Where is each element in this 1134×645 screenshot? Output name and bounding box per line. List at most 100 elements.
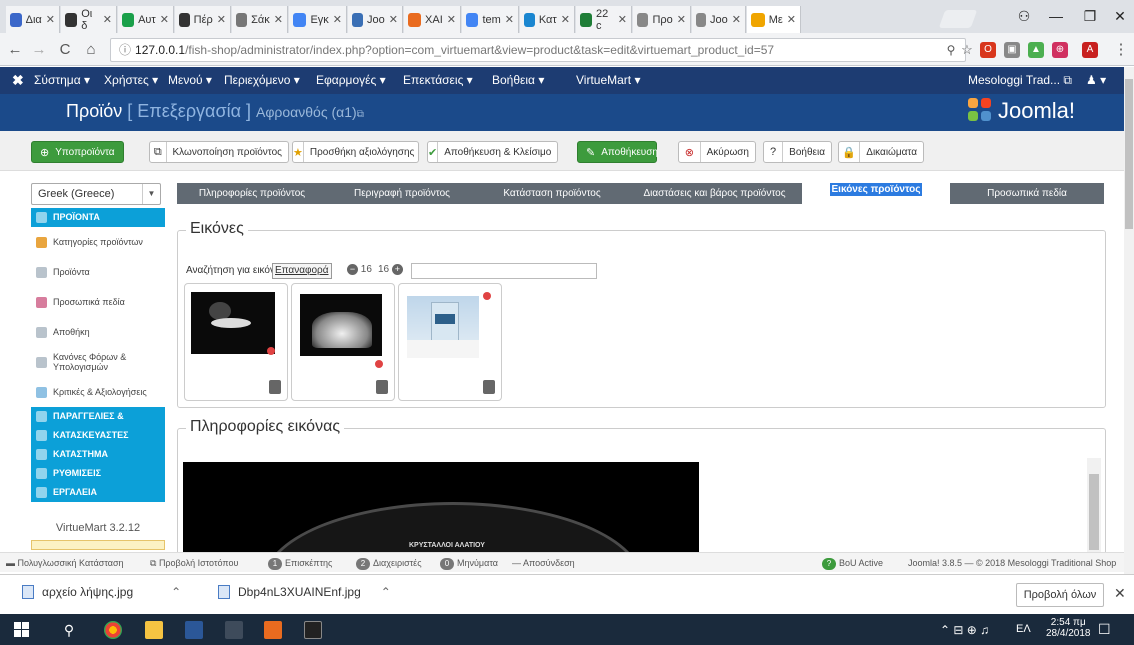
close-tab-icon[interactable]: ✕ — [103, 13, 112, 26]
forward-button[interactable]: → — [28, 39, 50, 61]
close-tab-icon[interactable]: ✕ — [160, 13, 169, 26]
sidebar-header-tools[interactable]: ΕΡΓΑΛΕΙΑ — [31, 483, 165, 502]
home-button[interactable]: ⌂ — [80, 39, 102, 61]
nav-system[interactable]: Σύστημα ▾ — [34, 73, 90, 87]
bookmark-star-icon[interactable]: ☆ — [956, 39, 978, 61]
reload-button[interactable]: C — [54, 39, 76, 61]
add-review-button[interactable]: ★ Προσθήκη αξιολόγησης — [292, 141, 419, 163]
visitors-status[interactable]: 1 Επισκέπτης — [268, 558, 332, 570]
logout-link[interactable]: — Αποσύνδεση — [512, 558, 575, 568]
close-tab-icon[interactable]: ✕ — [447, 13, 456, 26]
help-button[interactable]: ? Βοήθεια — [763, 141, 832, 163]
tab-product-images[interactable]: Εικόνες προϊόντος — [802, 179, 950, 204]
browser-tab[interactable]: Σάκ ✕ — [232, 6, 288, 33]
browser-tab[interactable]: Πέρ ✕ — [175, 6, 231, 33]
clock[interactable]: 2:54 πμ 28/4/2018 — [1046, 617, 1091, 639]
prev-page-icon[interactable]: − — [347, 264, 358, 275]
image-thumbnail-2[interactable] — [291, 283, 395, 401]
close-downloads-icon[interactable]: ✕ — [1114, 585, 1126, 602]
extension-icon[interactable]: ▲ — [1028, 42, 1044, 58]
image-thumbnail-1[interactable] — [184, 283, 288, 401]
close-window-button[interactable]: ✕ — [1098, 0, 1134, 33]
close-tab-icon[interactable]: ✕ — [333, 13, 342, 26]
nav-virtuemart[interactable]: VirtueMart ▾ — [576, 73, 641, 87]
chevron-up-icon[interactable]: ⌃ — [171, 585, 181, 599]
sidebar-header-orders[interactable]: ΠΑΡΑΓΓΕΛΙΕΣ & ΠΕΛΑΤΕΣ — [31, 407, 165, 440]
close-tab-icon[interactable]: ✕ — [389, 13, 398, 26]
input-language[interactable]: ΕΛ — [1016, 623, 1031, 635]
new-tab-button[interactable] — [938, 10, 978, 28]
browser-tab[interactable]: Joo ✕ — [692, 6, 746, 33]
nav-components[interactable]: Εφαρμογές ▾ — [316, 73, 386, 87]
cancel-button[interactable]: ⊗ Ακύρωση — [678, 141, 756, 163]
image-thumbnail-3[interactable] — [398, 283, 502, 401]
chrome-icon[interactable] — [104, 621, 122, 639]
delete-image-icon[interactable] — [375, 360, 383, 368]
file-explorer-icon[interactable] — [145, 621, 163, 639]
page-scrollbar[interactable] — [1124, 67, 1134, 574]
browser-tab[interactable]: Δια ✕ — [6, 6, 60, 33]
language-select[interactable]: Greek (Greece) ▼ — [31, 183, 161, 205]
browser-tab[interactable]: Joo ✕ — [348, 6, 403, 33]
search-icon[interactable]: ⚲ — [60, 621, 78, 639]
close-tab-icon[interactable]: ✕ — [505, 13, 514, 26]
opera-extension-icon[interactable]: O — [980, 42, 996, 58]
cmd-icon[interactable] — [304, 621, 322, 639]
edit-image-icon[interactable] — [483, 380, 495, 394]
sidebar-header-settings[interactable]: ΡΥΘΜΙΣΕΙΣ — [31, 464, 165, 483]
save-button[interactable]: ✎ Αποθήκευση — [577, 141, 658, 163]
tab-product-status[interactable]: Κατάσταση προϊόντος — [477, 183, 627, 204]
browser-tab[interactable]: Εγκ ✕ — [289, 6, 347, 33]
messages-status[interactable]: 0 Μηνύματα — [440, 558, 498, 570]
nav-content[interactable]: Περιεχόμενο ▾ — [224, 73, 300, 87]
tab-product-dimensions[interactable]: Διαστάσεις και βάρος προϊόντος — [627, 183, 802, 204]
browser-tab[interactable]: 22 c ✕ — [576, 6, 632, 33]
close-tab-icon[interactable]: ✕ — [618, 13, 627, 26]
pdf-extension-icon[interactable]: A — [1082, 42, 1098, 58]
nav-help[interactable]: Βοήθεια ▾ — [492, 73, 544, 87]
close-tab-icon[interactable]: ✕ — [274, 13, 283, 26]
sidebar-item-categories[interactable]: Κατηγορίες προϊόντων — [31, 227, 165, 257]
sidebar-item-inventory[interactable]: Αποθήκη — [31, 317, 165, 347]
sidebar-footer-link[interactable] — [31, 540, 165, 550]
sidebar-header-manufacturers[interactable]: ΚΑΤΑΣΚΕΥΑΣΤΕΣ — [31, 426, 165, 445]
joomla-x-icon[interactable]: ✖ — [12, 72, 24, 89]
windows-start-icon[interactable] — [14, 621, 32, 639]
nav-extensions[interactable]: Επεκτάσεις ▾ — [403, 73, 473, 87]
close-tab-icon[interactable]: ✕ — [732, 13, 741, 26]
browser-tab[interactable]: ΧΑΙ ✕ — [404, 6, 461, 33]
browser-tab[interactable]: Προ ✕ — [633, 6, 691, 33]
close-tab-icon[interactable]: ✕ — [787, 13, 796, 26]
edit-image-icon[interactable] — [269, 380, 281, 394]
sidebar-item-custom-fields[interactable]: Προσωπικά πεδία — [31, 287, 165, 317]
tray-icons[interactable]: ⌃ ⊟ ⊕ ♫ — [940, 623, 989, 637]
permissions-button[interactable]: 🔒 Δικαιώματα — [838, 141, 924, 163]
user-menu-icon[interactable]: ♟ ▾ — [1086, 73, 1106, 87]
image-info-scrollbar[interactable] — [1087, 458, 1101, 552]
show-all-downloads-button[interactable]: Προβολή όλων — [1016, 583, 1104, 607]
tab-custom-fields[interactable]: Προσωπικά πεδία — [950, 183, 1104, 204]
view-site-link[interactable]: ⧉ Προβολή Ιστοτόπου — [150, 558, 238, 569]
browser-tab[interactable]: Αυτ ✕ — [118, 6, 174, 33]
photos-icon[interactable] — [225, 621, 243, 639]
address-bar[interactable]: ⓘ 127.0.0.1/fish-shop/administrator/index… — [110, 38, 966, 62]
extension-icon[interactable]: ▣ — [1004, 42, 1020, 58]
download-item-2[interactable]: Dbp4nL3XUAINEnf.jpg ⌃ — [218, 585, 391, 599]
save-close-button[interactable]: ✔ Αποθήκευση & Κλείσιμο — [427, 141, 558, 163]
back-button[interactable]: ← — [4, 39, 26, 61]
notepad-icon[interactable] — [185, 621, 203, 639]
products-button[interactable]: ⊕ Υποπροϊόντα — [31, 141, 124, 163]
xampp-icon[interactable] — [264, 621, 282, 639]
pocket-icon[interactable]: ⊕ — [1052, 42, 1068, 58]
reset-button[interactable]: Επαναφορά — [272, 263, 332, 279]
browser-tab[interactable]: Με ✕ — [747, 6, 801, 33]
notifications-icon[interactable]: ☐ — [1098, 621, 1111, 638]
admins-status[interactable]: 2 Διαχειριστές — [356, 558, 422, 570]
image-search-input[interactable] — [411, 263, 597, 279]
nav-menus[interactable]: Μενού ▾ — [168, 73, 212, 87]
sidebar-item-products[interactable]: Προϊόντα — [31, 257, 165, 287]
multilang-status[interactable]: ▬ Πολυγλωσσική Κατάσταση — [6, 558, 124, 568]
next-page-icon[interactable]: + — [391, 264, 403, 275]
download-item-1[interactable]: αρχείο λήψης.jpg ⌃ — [22, 585, 181, 599]
close-tab-icon[interactable]: ✕ — [561, 13, 570, 26]
